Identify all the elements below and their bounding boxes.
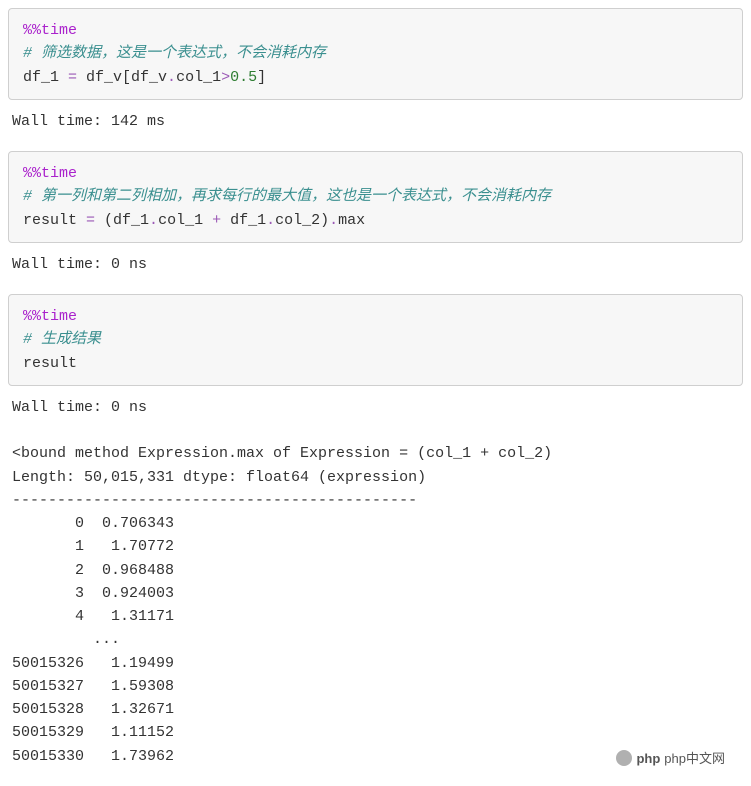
code-block-2: %%time # 第一列和第二列相加，再求每行的最大值，这也是一个表达式，不会消… — [8, 151, 743, 243]
watermark-text-cn: php中文网 — [664, 749, 725, 769]
notebook-container: %%time # 筛选数据，这是一个表达式，不会消耗内存 df_1 = df_v… — [8, 8, 743, 778]
output-block-3: Wall time: 0 ns <bound method Expression… — [8, 386, 743, 778]
watermark: php php中文网 — [616, 749, 725, 769]
cell-3: %%time # 生成结果 result Wall time: 0 ns <bo… — [8, 294, 743, 778]
code-block-1: %%time # 筛选数据，这是一个表达式，不会消耗内存 df_1 = df_v… — [8, 8, 743, 100]
cell-1: %%time # 筛选数据，这是一个表达式，不会消耗内存 df_1 = df_v… — [8, 8, 743, 143]
cell-2: %%time # 第一列和第二列相加，再求每行的最大值，这也是一个表达式，不会消… — [8, 151, 743, 286]
code-block-3: %%time # 生成结果 result — [8, 294, 743, 386]
output-block-2: Wall time: 0 ns — [8, 243, 743, 286]
output-block-1: Wall time: 142 ms — [8, 100, 743, 143]
watermark-text-php: php — [636, 749, 660, 769]
logo-icon — [616, 750, 632, 766]
